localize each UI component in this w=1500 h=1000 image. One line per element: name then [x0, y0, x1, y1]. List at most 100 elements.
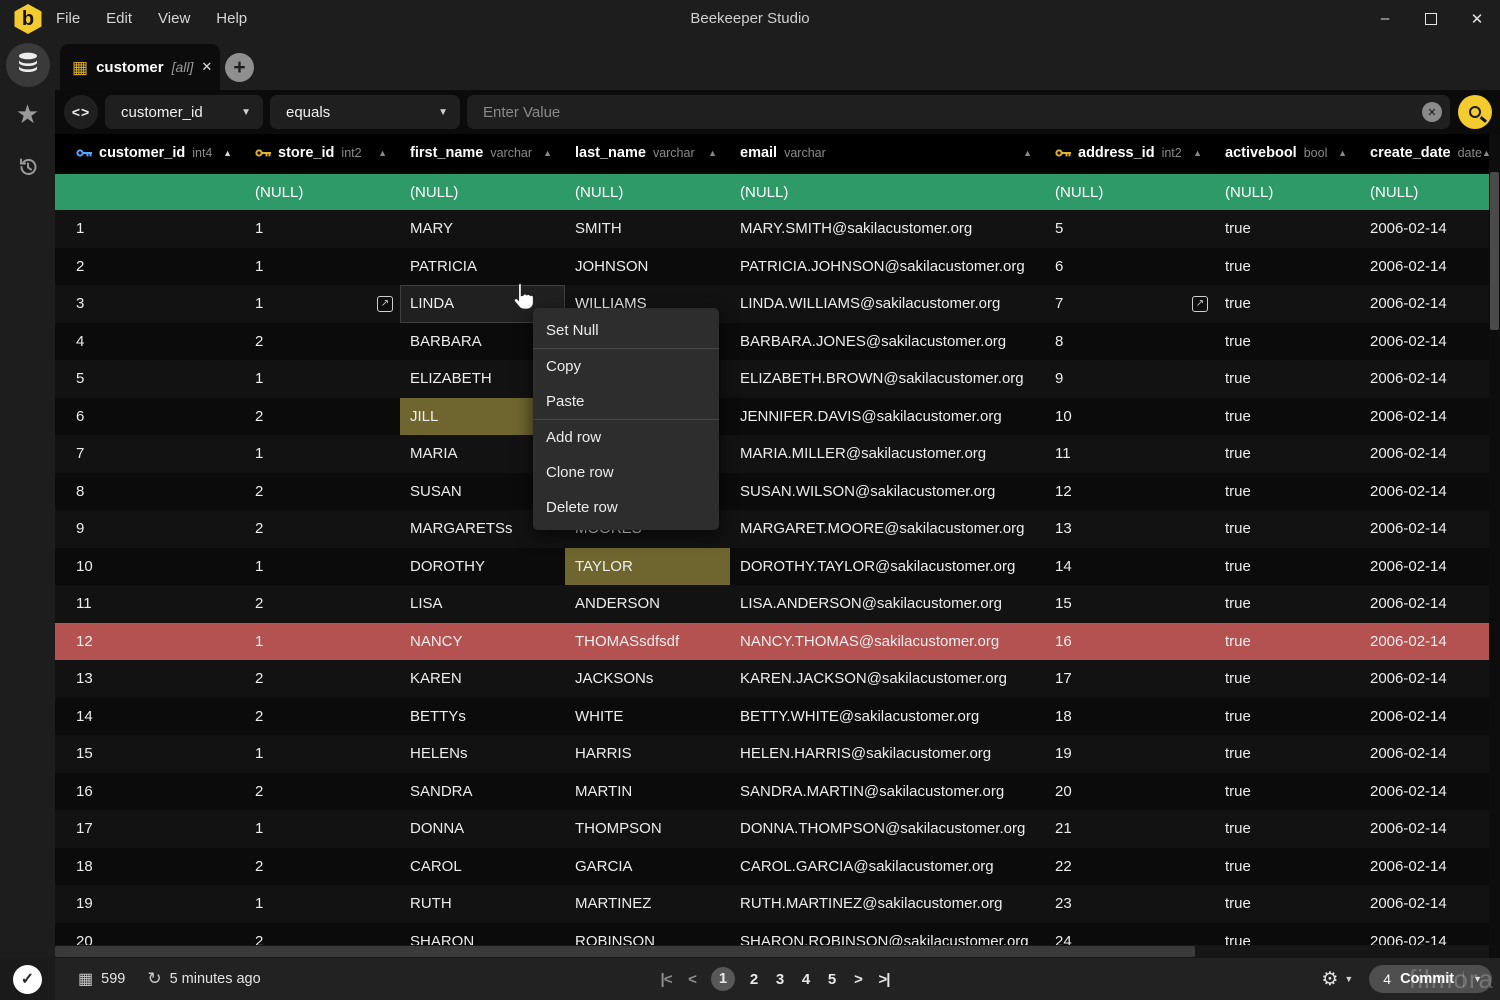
table-cell[interactable]: 2006-02-14	[1360, 698, 1490, 736]
table-cell[interactable]: 20	[1045, 773, 1215, 811]
table-cell[interactable]: 22	[1045, 848, 1215, 886]
chevron-down-icon[interactable]: ▼	[1344, 974, 1353, 984]
table-cell[interactable]: 2006-02-14	[1360, 773, 1490, 811]
table-cell[interactable]: BETTYs	[400, 698, 565, 736]
table-cell[interactable]: 1	[245, 248, 400, 286]
table-cell[interactable]: 2006-02-14	[1360, 473, 1490, 511]
table-row[interactable]: 62JILLDAVISJENNIFER.DAVIS@sakilacustomer…	[55, 398, 1500, 436]
table-cell[interactable]: 21	[1045, 810, 1215, 848]
table-cell[interactable]: true	[1215, 285, 1360, 323]
tab-close-icon[interactable]: ✕	[201, 59, 212, 75]
table-cell[interactable]: 1	[245, 360, 400, 398]
new-tab-button[interactable]: +	[225, 53, 254, 82]
table-cell[interactable]: 4	[55, 323, 245, 361]
sort-asc-icon[interactable]: ▲	[1193, 148, 1202, 158]
table-cell[interactable]: 2006-02-14	[1360, 323, 1490, 361]
menu-edit[interactable]: Edit	[106, 10, 132, 27]
table-cell[interactable]: 2006-02-14	[1360, 735, 1490, 773]
table-row[interactable]: 171DONNATHOMPSONDONNA.THOMPSON@sakilacus…	[55, 810, 1500, 848]
table-row[interactable]: 142BETTYsWHITEBETTY.WHITE@sakilacustomer…	[55, 698, 1500, 736]
prev-page-button[interactable]: <	[685, 971, 699, 988]
table-cell[interactable]: 2006-02-14	[1360, 435, 1490, 473]
page-button-2[interactable]: 2	[747, 971, 761, 988]
insert-cell[interactable]: (NULL)	[245, 174, 400, 210]
vertical-scrollbar-thumb[interactable]	[1490, 172, 1499, 330]
table-cell[interactable]: true	[1215, 360, 1360, 398]
filter-field-select[interactable]: customer_id ▼	[105, 95, 263, 129]
table-cell[interactable]: 2	[245, 660, 400, 698]
table-cell[interactable]: 2	[245, 398, 400, 436]
table-cell[interactable]: true	[1215, 398, 1360, 436]
table-cell[interactable]: DONNA	[400, 810, 565, 848]
insert-cell[interactable]: (NULL)	[1215, 174, 1360, 210]
table-cell[interactable]: true	[1215, 473, 1360, 511]
table-cell[interactable]: DOROTHY.TAYLOR@sakilacustomer.org	[730, 548, 1045, 586]
table-cell[interactable]: WHITE	[565, 698, 730, 736]
table-cell[interactable]: 7↗	[1045, 285, 1215, 323]
table-row[interactable]: 71MARIAMILLERMARIA.MILLER@sakilacustomer…	[55, 435, 1500, 473]
column-header-customer_id[interactable]: customer_idint4▲	[55, 134, 245, 172]
table-cell[interactable]: 2006-02-14	[1360, 660, 1490, 698]
table-cell[interactable]: MARIA.MILLER@sakilacustomer.org	[730, 435, 1045, 473]
commit-button[interactable]: 4 Commit ▼	[1369, 965, 1492, 993]
table-cell[interactable]: 10	[55, 548, 245, 586]
table-cell[interactable]: 2006-02-14	[1360, 885, 1490, 923]
table-cell[interactable]: SMITH	[565, 210, 730, 248]
table-cell[interactable]: 1	[245, 435, 400, 473]
table-cell[interactable]: 2	[245, 773, 400, 811]
table-cell[interactable]: PATRICIA.JOHNSON@sakilacustomer.org	[730, 248, 1045, 286]
table-cell[interactable]: 7	[55, 435, 245, 473]
table-cell[interactable]: 1↗	[245, 285, 400, 323]
insert-cell[interactable]: (NULL)	[565, 174, 730, 210]
table-cell[interactable]: true	[1215, 848, 1360, 886]
page-button-3[interactable]: 3	[773, 971, 787, 988]
sidebar-item-history[interactable]	[0, 142, 55, 197]
first-page-button[interactable]: |<	[659, 971, 673, 988]
refresh-clock-icon[interactable]: ↻	[147, 969, 161, 989]
table-row[interactable]: 21PATRICIAJOHNSONPATRICIA.JOHNSON@sakila…	[55, 248, 1500, 286]
table-row[interactable]: 11MARYSMITHMARY.SMITH@sakilacustomer.org…	[55, 210, 1500, 248]
context-menu-item-clone-row[interactable]: Clone row	[533, 455, 719, 490]
table-cell[interactable]: 3	[55, 285, 245, 323]
column-header-first_name[interactable]: first_namevarchar▲	[400, 134, 565, 172]
context-menu-item-copy[interactable]: Copy	[533, 349, 719, 384]
table-cell[interactable]: KAREN.JACKSON@sakilacustomer.org	[730, 660, 1045, 698]
table-cell[interactable]: ELIZABETH.BROWN@sakilacustomer.org	[730, 360, 1045, 398]
table-cell[interactable]: 23	[1045, 885, 1215, 923]
table-row[interactable]: 82SUSANWILSONSUSAN.WILSON@sakilacustomer…	[55, 473, 1500, 511]
table-cell[interactable]: 2006-02-14	[1360, 623, 1490, 661]
close-button[interactable]: ✕	[1454, 0, 1500, 37]
table-cell[interactable]: 2006-02-14	[1360, 360, 1490, 398]
table-cell[interactable]: 2006-02-14	[1360, 585, 1490, 623]
sort-asc-icon[interactable]: ▲	[708, 148, 717, 158]
table-cell[interactable]: ANDERSON	[565, 585, 730, 623]
table-cell[interactable]: 2006-02-14	[1360, 248, 1490, 286]
table-cell[interactable]: true	[1215, 323, 1360, 361]
context-menu-item-paste[interactable]: Paste	[533, 384, 719, 419]
page-button-4[interactable]: 4	[799, 971, 813, 988]
table-cell[interactable]: 9	[1045, 360, 1215, 398]
table-cell[interactable]: 9	[55, 510, 245, 548]
table-cell[interactable]: 6	[1045, 248, 1215, 286]
gear-icon[interactable]: ⚙	[1321, 968, 1338, 991]
table-cell[interactable]: true	[1215, 735, 1360, 773]
context-menu-item-add-row[interactable]: Add row	[533, 420, 719, 455]
table-row[interactable]: 92MARGARETSsMOORESMARGARET.MOORE@sakilac…	[55, 510, 1500, 548]
table-cell[interactable]: CAROL.GARCIA@sakilacustomer.org	[730, 848, 1045, 886]
table-cell[interactable]: 17	[55, 810, 245, 848]
table-cell[interactable]: true	[1215, 810, 1360, 848]
table-cell[interactable]: 19	[1045, 735, 1215, 773]
table-row[interactable]: 162SANDRAMARTINSANDRA.MARTIN@sakilacusto…	[55, 773, 1500, 811]
clear-input-icon[interactable]: ✕	[1422, 102, 1442, 122]
table-cell[interactable]: JENNIFER.DAVIS@sakilacustomer.org	[730, 398, 1045, 436]
insert-cell[interactable]: (NULL)	[1360, 174, 1490, 210]
table-row[interactable]: 51ELIZABETHBROWNELIZABETH.BROWN@sakilacu…	[55, 360, 1500, 398]
table-cell[interactable]: true	[1215, 248, 1360, 286]
table-cell[interactable]: SANDRA.MARTIN@sakilacustomer.org	[730, 773, 1045, 811]
table-cell[interactable]: 1	[245, 885, 400, 923]
table-cell[interactable]: 12	[55, 623, 245, 661]
horizontal-scrollbar-thumb[interactable]	[55, 946, 1195, 957]
table-cell[interactable]: 16	[55, 773, 245, 811]
table-row[interactable]: 132KARENJACKSONsKAREN.JACKSON@sakilacust…	[55, 660, 1500, 698]
sql-toggle-button[interactable]: <>	[64, 95, 98, 129]
